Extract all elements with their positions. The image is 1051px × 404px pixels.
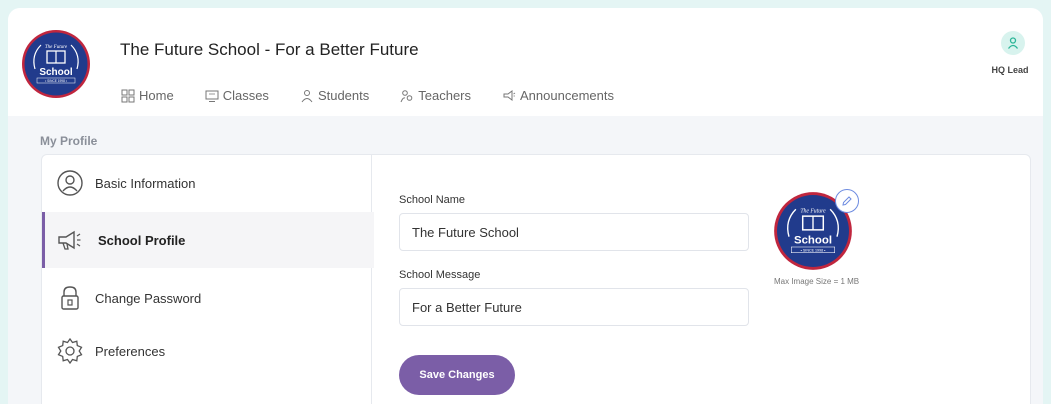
logo-top-text: The Future	[800, 209, 826, 215]
lock-icon	[61, 286, 79, 310]
school-logo-upload[interactable]: The Future School • SINCE 1998 •	[773, 189, 859, 271]
nav-item-students[interactable]: Students	[300, 88, 369, 103]
logo-bottom-text: • SINCE 1998 •	[45, 79, 67, 83]
app-title: The Future School - For a Better Future	[120, 40, 419, 59]
user-circle-icon	[57, 170, 83, 196]
nav-item-announcements[interactable]: Announcements	[502, 88, 614, 103]
profile-panel: Basic Information School Profile Change …	[41, 154, 1031, 404]
pencil-icon	[842, 196, 852, 206]
monitor-icon	[205, 90, 219, 102]
sidebar-item-label: Change Password	[95, 290, 202, 306]
sidebar-item-basic-information[interactable]: Basic Information	[42, 155, 371, 211]
sidebar-item-school-profile[interactable]: School Profile	[42, 212, 374, 268]
logo-main-text: School	[39, 67, 73, 78]
nav-label: Students	[317, 88, 370, 103]
sidebar-item-preferences[interactable]: Preferences	[42, 323, 371, 379]
megaphone-icon	[58, 230, 81, 250]
nav-label: Classes	[222, 88, 269, 103]
logo-bottom-text: • SINCE 1998 •	[801, 249, 827, 253]
sidebar-item-label: Basic Information	[95, 175, 196, 191]
gear-icon	[57, 337, 83, 365]
sidebar-item-label: School Profile	[98, 232, 186, 248]
teachers-icon	[400, 89, 413, 102]
school-message-label: School Message	[399, 269, 481, 281]
nav-label: Teachers	[418, 88, 472, 103]
sidebar-item-change-password[interactable]: Change Password	[42, 270, 371, 326]
school-name-label: School Name	[399, 194, 466, 206]
edit-logo-button[interactable]	[835, 189, 859, 213]
nav-label: Announcements	[520, 88, 614, 103]
student-icon	[301, 89, 313, 102]
grid-icon	[121, 89, 135, 102]
megaphone-icon	[503, 89, 516, 101]
logo-top-text: The Future	[45, 45, 68, 50]
sidebar-item-label: Preferences	[95, 343, 166, 359]
nav-label: Home	[139, 88, 174, 103]
nav-item-home[interactable]: Home	[121, 88, 174, 103]
app-frame: The Future School • SINCE 1998 • The Fut…	[8, 8, 1043, 404]
max-image-size-note: Max Image Size = 1 MB	[774, 277, 860, 286]
logo-main-text: School	[794, 235, 832, 247]
user-menu[interactable]: HQ Lead	[991, 31, 1033, 75]
user-icon	[1001, 31, 1025, 55]
main-nav: Home Classes Students Teachers Announcem…	[121, 88, 645, 103]
nav-item-classes[interactable]: Classes	[205, 88, 269, 103]
page-title: My Profile	[40, 134, 98, 148]
top-header: The Future School • SINCE 1998 • The Fut…	[8, 8, 1043, 116]
school-logo[interactable]: The Future School • SINCE 1998 •	[21, 29, 91, 99]
save-changes-button[interactable]: Save Changes	[399, 355, 515, 395]
school-message-input[interactable]	[399, 288, 749, 326]
nav-item-teachers[interactable]: Teachers	[400, 88, 471, 103]
profile-sidebar: Basic Information School Profile Change …	[42, 155, 374, 404]
user-role-label: HQ Lead	[991, 65, 1029, 75]
school-name-input[interactable]	[399, 213, 749, 251]
